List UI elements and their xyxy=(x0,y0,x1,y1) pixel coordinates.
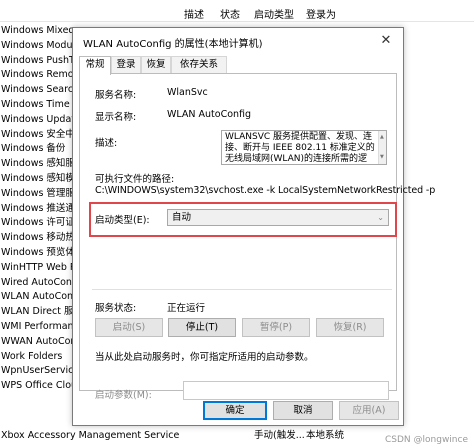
display-name-value: WLAN AutoConfig xyxy=(167,109,252,120)
services-list-row[interactable]: Windows 推送通知 xyxy=(0,202,72,217)
close-icon[interactable]: ✕ xyxy=(377,32,395,50)
apply-button[interactable]: 应用(A) xyxy=(339,401,399,420)
dialog-title: WLAN AutoConfig 的属性(本地计算机) xyxy=(83,39,263,50)
services-list-row[interactable]: Windows 安全中心 xyxy=(0,128,72,143)
start-params-input[interactable] xyxy=(183,381,389,400)
tab-general[interactable]: 常规 xyxy=(79,56,111,75)
chevron-down-icon: ⌄ xyxy=(377,213,384,222)
start-params-label: 启动参数(M): xyxy=(95,390,152,401)
description-scrollbar[interactable]: ▲ ▼ xyxy=(378,131,386,164)
startup-type-select[interactable]: 自动 ⌄ xyxy=(167,209,389,226)
services-list-row[interactable]: Windows 感知服务 xyxy=(0,157,72,172)
description-label: 描述: xyxy=(95,138,118,149)
service-properties-dialog: WLAN AutoConfig 的属性(本地计算机) ✕ 常规 登录 恢复 依存… xyxy=(72,27,435,426)
ok-button[interactable]: 确定 xyxy=(203,401,267,420)
general-tab-panel: 服务名称: WlanSvc 显示名称: WLAN AutoConfig 描述: … xyxy=(79,73,435,401)
services-list-row[interactable]: Windows 移动热点 xyxy=(0,231,72,246)
service-name-label: 服务名称: xyxy=(95,90,137,101)
services-list-row[interactable]: Windows Modules xyxy=(0,39,72,54)
services-list-row[interactable]: WLAN AutoConfig xyxy=(0,290,72,305)
service-logon-as: 本地系统 xyxy=(306,430,345,441)
tab-logon[interactable]: 登录 xyxy=(111,56,141,74)
services-list-row[interactable]: WpnUserService_9 xyxy=(0,364,72,379)
services-list: Windows Mixed ReWindows ModulesWindows P… xyxy=(0,24,72,394)
dialog-titlebar[interactable]: WLAN AutoConfig 的属性(本地计算机) ✕ xyxy=(73,28,403,55)
description-textbox[interactable]: WLANSVC 服务提供配置、发现、连接、断开与 IEEE 802.11 标准定… xyxy=(221,130,387,165)
services-list-row[interactable]: Windows 许可证管 xyxy=(0,216,72,231)
column-header-description[interactable]: 描述 xyxy=(184,6,204,21)
column-header-startup-type[interactable]: 启动类型 xyxy=(254,6,294,21)
scroll-down-icon[interactable]: ▼ xyxy=(380,152,384,163)
services-list-row[interactable]: Wired AutoConfig xyxy=(0,276,72,291)
services-list-row[interactable]: Windows Remote M xyxy=(0,68,72,83)
display-name-label: 显示名称: xyxy=(95,112,137,123)
start-params-hint: 当从此处启动服务时，你可指定所适用的启动参数。 xyxy=(95,352,314,363)
services-list-row[interactable]: Windows Update xyxy=(0,113,72,128)
services-list-row[interactable]: Windows PushToIn xyxy=(0,54,72,69)
executable-path-label: 可执行文件的路径: xyxy=(95,174,175,185)
cancel-button[interactable]: 取消 xyxy=(273,401,333,420)
tab-recovery[interactable]: 恢复 xyxy=(141,56,171,74)
service-status-value: 正在运行 xyxy=(167,303,206,314)
startup-type-selected: 自动 xyxy=(172,212,192,223)
service-name: Xbox Accessory Management Service xyxy=(1,430,180,441)
services-list-row[interactable]: WLAN Direct 服务 xyxy=(0,305,72,320)
services-list-row[interactable]: Windows Time xyxy=(0,98,72,113)
services-list-header: 描述 状态 启动类型 登录为 xyxy=(0,0,474,22)
startup-type-label: 启动类型(E): xyxy=(95,215,150,226)
services-list-row[interactable]: WinHTTP Web Pro xyxy=(0,261,72,276)
description-text: WLANSVC 服务提供配置、发现、连接、断开与 IEEE 802.11 标准定… xyxy=(225,132,375,164)
services-list-row[interactable]: WMI Performance xyxy=(0,320,72,335)
services-list-row[interactable]: Windows 备份 xyxy=(0,142,72,157)
column-header-logon-as[interactable]: 登录为 xyxy=(306,6,336,21)
tab-dependencies[interactable]: 依存关系 xyxy=(171,56,227,74)
pause-button[interactable]: 暂停(P) xyxy=(242,318,310,337)
start-button[interactable]: 启动(S) xyxy=(95,318,163,337)
services-list-row[interactable]: Work Folders xyxy=(0,350,72,365)
column-header-status[interactable]: 状态 xyxy=(220,6,240,21)
resume-button[interactable]: 恢复(R) xyxy=(316,318,384,337)
watermark: CSDN @longwince xyxy=(383,435,468,445)
scroll-up-icon[interactable]: ▲ xyxy=(380,132,384,143)
service-status-label: 服务状态: xyxy=(95,303,137,314)
service-name-value: WlanSvc xyxy=(167,87,208,98)
services-list-row[interactable]: Windows 预览体验 xyxy=(0,246,72,261)
services-list-row[interactable]: Windows Search xyxy=(0,83,72,98)
divider xyxy=(92,289,392,290)
service-startup-type: 手动(触发... xyxy=(254,430,305,441)
services-list-row[interactable]: WWAN AutoConfig xyxy=(0,335,72,350)
stop-button[interactable]: 停止(T) xyxy=(168,318,236,337)
services-list-row[interactable]: Windows 感知模拟 xyxy=(0,172,72,187)
services-list-row[interactable]: Windows Mixed Re xyxy=(0,24,72,39)
executable-path-value: C:\WINDOWS\system32\svchost.exe -k Local… xyxy=(95,185,436,196)
services-list-row[interactable]: WPS Office Cloud S xyxy=(0,379,72,394)
services-list-row[interactable]: Windows 管理服务 xyxy=(0,187,72,202)
